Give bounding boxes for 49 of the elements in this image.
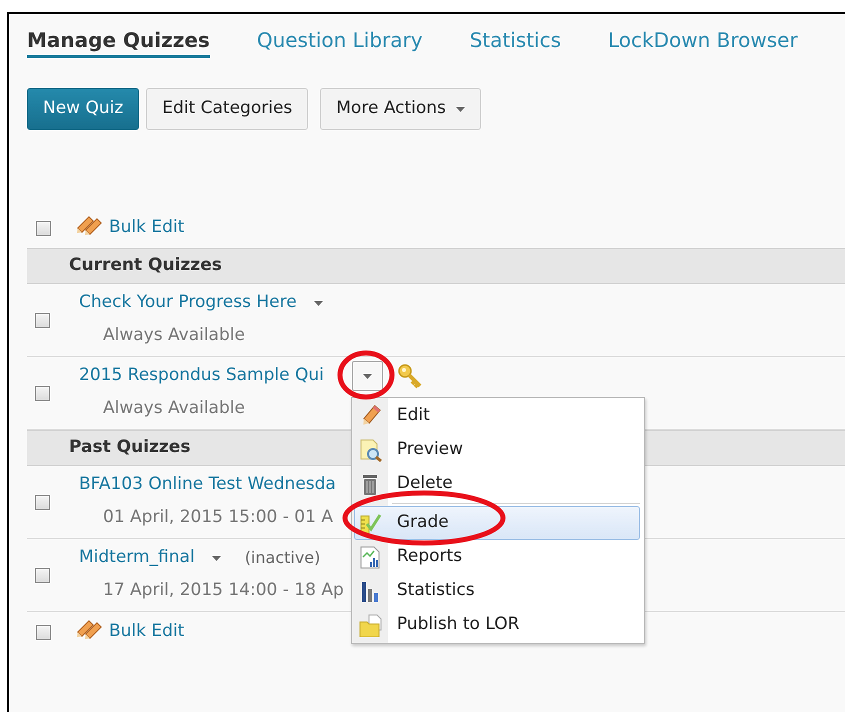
section-heading: Current Quizzes bbox=[69, 254, 222, 278]
dropdown-button[interactable] bbox=[352, 361, 383, 391]
quiz-link[interactable]: Midterm_final bbox=[79, 545, 195, 571]
preview-icon bbox=[359, 438, 382, 462]
toolbar-button[interactable]: Edit Categories bbox=[146, 88, 308, 130]
tab[interactable]: Statistics bbox=[470, 24, 562, 58]
quiz-link[interactable]: BFA103 Online Test Wednesda bbox=[79, 472, 336, 498]
menu-item-label: Statistics bbox=[396, 579, 475, 602]
menu-item[interactable]: Statistics bbox=[354, 574, 640, 608]
new-button[interactable]: New Quiz bbox=[27, 88, 140, 130]
menu-item-label: Grade bbox=[396, 511, 449, 534]
menu-item-label: Edit bbox=[396, 404, 430, 428]
menu-item[interactable]: Delete bbox=[354, 467, 640, 501]
actions-dropdown[interactable]: More Actions bbox=[320, 88, 481, 130]
quiz-link[interactable]: 2015 Respondus Sample Qui bbox=[79, 363, 324, 389]
tab[interactable]: Manage Quizzes bbox=[27, 24, 210, 58]
caret-icon bbox=[212, 556, 222, 560]
menu-item[interactable]: Edit bbox=[354, 399, 640, 433]
ruler-check-icon bbox=[359, 512, 382, 534]
availability-text: Always Available bbox=[103, 324, 245, 347]
menu-item[interactable]: Reports bbox=[354, 540, 640, 574]
caret-icon bbox=[456, 106, 465, 112]
menu-item[interactable]: Preview bbox=[354, 433, 640, 467]
menu-item-label: Preview bbox=[396, 438, 464, 462]
menu-item-label: Publish to LOR bbox=[396, 613, 520, 636]
bulk-edit-link[interactable]: Bulk Edit bbox=[109, 619, 184, 645]
menu-item-label: Delete bbox=[396, 472, 453, 496]
quiz-link[interactable]: Check Your Progress Here bbox=[79, 290, 297, 316]
availability-text: 01 April, 2015 15:00 - 01 A bbox=[103, 506, 333, 529]
checkbox[interactable] bbox=[35, 494, 50, 510]
tab[interactable]: LockDown Browser bbox=[608, 24, 798, 58]
checkbox[interactable] bbox=[36, 220, 51, 236]
menu-item[interactable]: Grade bbox=[354, 506, 640, 540]
menu-item-label: Reports bbox=[396, 545, 462, 568]
checkbox[interactable] bbox=[35, 568, 50, 582]
menu-item[interactable]: Publish to LOR bbox=[354, 608, 640, 642]
checkbox[interactable] bbox=[35, 312, 50, 328]
caret-icon bbox=[362, 374, 372, 378]
bulk-edit-link[interactable]: Bulk Edit bbox=[109, 215, 184, 241]
folder-icon bbox=[359, 614, 382, 636]
checkbox[interactable] bbox=[36, 624, 51, 640]
tab[interactable]: Question Library bbox=[256, 24, 423, 58]
checkbox[interactable] bbox=[35, 386, 50, 400]
availability-text: 17 April, 2015 14:00 - 18 Ap bbox=[103, 579, 344, 602]
caret-icon bbox=[314, 300, 324, 306]
section-heading: Past Quizzes bbox=[69, 436, 190, 460]
availability-text: Always Available bbox=[103, 397, 245, 420]
chart-document-icon bbox=[359, 546, 382, 568]
status-label: (inactive) bbox=[244, 547, 320, 569]
